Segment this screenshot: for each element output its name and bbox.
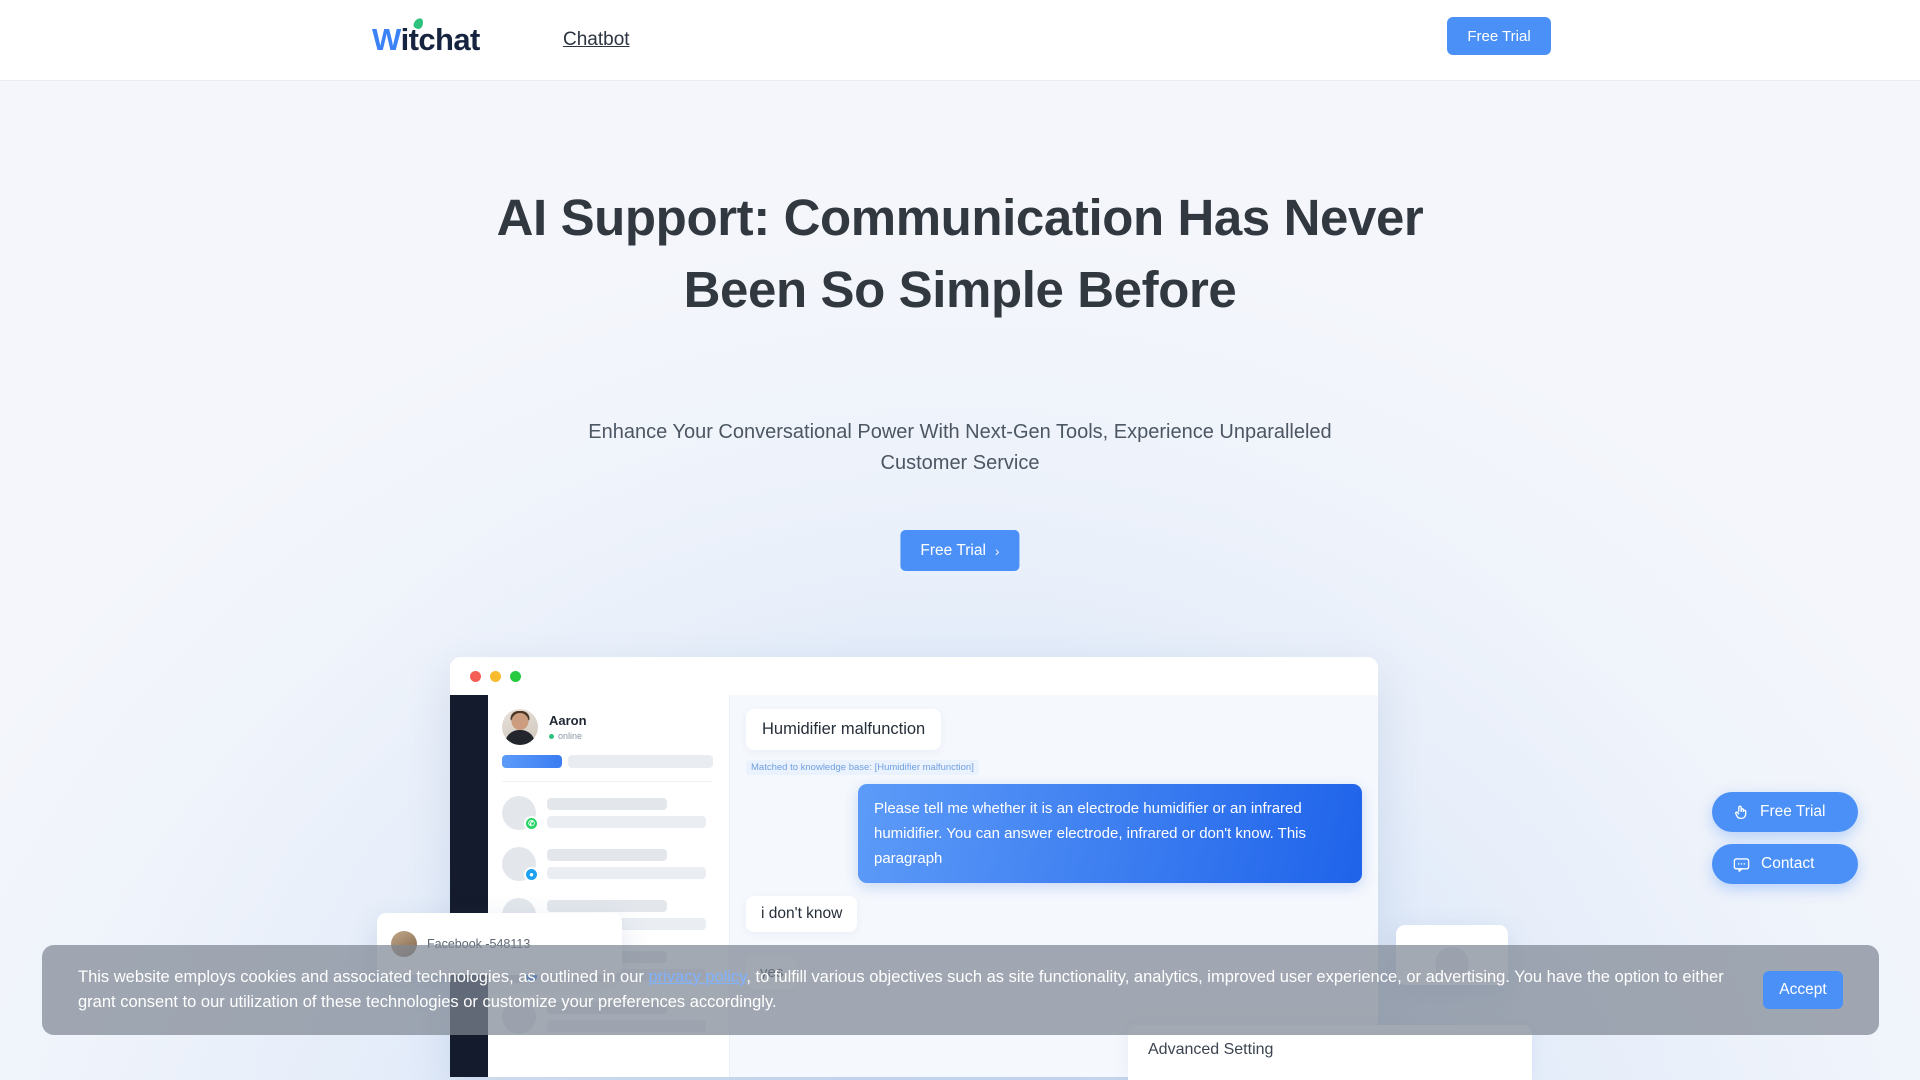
floating-free-trial-button[interactable]: Free Trial <box>1712 792 1858 832</box>
floating-contact-label: Contact <box>1761 855 1815 872</box>
cookie-consent-banner: This website employs cookies and associa… <box>42 945 1879 1035</box>
chevron-right-icon: › <box>994 542 1000 559</box>
chat-message-user-1: i don't know <box>746 896 858 932</box>
hero-free-trial-button[interactable]: Free Trial › <box>900 530 1020 571</box>
contact-status: online <box>549 731 587 741</box>
page-root: W itchat Chatbot Free Trial AI Support: … <box>0 0 1920 1080</box>
window-close-icon <box>470 670 481 682</box>
privacy-policy-link[interactable]: privacy policy <box>649 968 747 986</box>
chat-message-bot: Please tell me whether it is an electrod… <box>858 784 1362 883</box>
progress-track <box>568 755 713 768</box>
hero-subtitle: Enhance Your Conversational Power With N… <box>588 421 1332 474</box>
site-header: W itchat Chatbot Free Trial <box>0 0 1920 80</box>
floating-free-trial-label: Free Trial <box>1760 803 1826 820</box>
window-maximize-icon <box>510 670 521 682</box>
list-item[interactable]: ● <box>502 847 713 882</box>
header-free-trial-button[interactable]: Free Trial <box>1447 17 1551 55</box>
brand-logo[interactable]: W itchat <box>372 16 481 58</box>
avatar: ● <box>502 847 539 882</box>
contact-name: Aaron <box>549 713 587 728</box>
avatar: ✆ <box>502 796 539 831</box>
click-hand-icon <box>1735 805 1747 820</box>
logo-wordmark: itchat <box>400 16 481 58</box>
hero-cta-label: Free Trial <box>920 541 986 559</box>
floating-contact-button[interactable]: Contact <box>1712 844 1858 884</box>
knowledge-base-match-tag: Matched to knowledge base: [Humidifier m… <box>746 760 979 775</box>
chat-bubble-icon <box>1733 857 1750 872</box>
cookie-banner-text: This website employs cookies and associa… <box>78 965 1763 1015</box>
accept-cookies-button[interactable]: Accept <box>1763 971 1843 1009</box>
nav-item-chatbot[interactable]: Chatbot <box>563 29 630 51</box>
avatar <box>502 709 538 745</box>
progress-fill <box>502 755 562 768</box>
conversation-progress <box>502 755 713 782</box>
page-title: AI Support: Communication Has Never Been… <box>496 189 1424 318</box>
active-contact[interactable]: Aaron online <box>502 709 713 755</box>
list-item-placeholder <box>547 849 713 879</box>
whatsapp-icon: ✆ <box>524 816 539 831</box>
twitter-icon: ● <box>524 867 539 882</box>
window-minimize-icon <box>490 670 501 682</box>
logo-wordmark-text: itchat <box>400 22 481 57</box>
list-item-placeholder <box>547 798 713 828</box>
chat-message-question: Humidifier malfunction <box>746 709 942 750</box>
list-item[interactable]: ✆ <box>502 796 713 831</box>
floating-action-buttons: Free Trial Contact <box>1712 792 1858 884</box>
contact-status-label: online <box>558 731 583 741</box>
mockup-titlebar <box>450 657 1378 695</box>
cookie-text-before: This website employs cookies and associa… <box>78 968 649 986</box>
logo-w-mark: W <box>372 22 401 57</box>
online-dot-icon <box>549 733 554 739</box>
